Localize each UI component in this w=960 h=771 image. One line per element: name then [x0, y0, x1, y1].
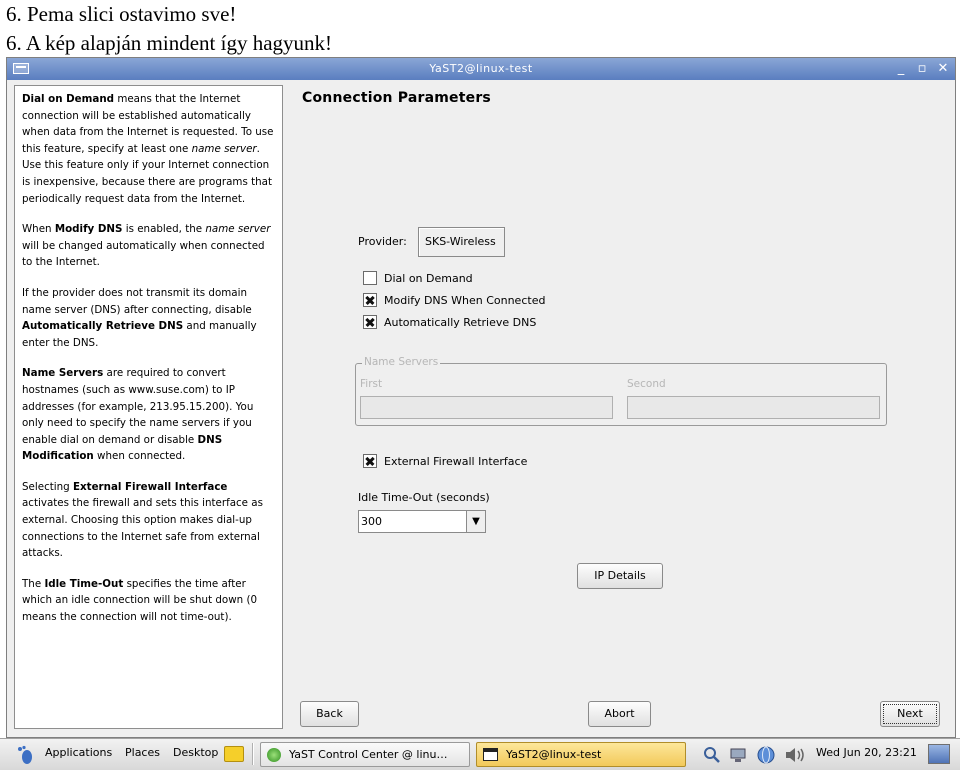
close-icon[interactable]: ✕ [937, 58, 949, 80]
name-servers-group: Name Servers First Second [355, 356, 887, 426]
applications-menu[interactable]: Applications [45, 739, 112, 771]
update-globe-icon[interactable] [753, 746, 779, 764]
help-paragraph-modify-dns: When Modify DNS is enabled, the name ser… [22, 223, 271, 269]
next-button[interactable]: Next [880, 701, 940, 727]
window-title: YaST2@linux-test [429, 62, 533, 75]
help-paragraph-dial-on-demand: Dial on Demand means that the Internet c… [22, 93, 274, 205]
back-button[interactable]: Back [300, 701, 359, 727]
window-controls: _ ▫ ✕ [895, 58, 949, 80]
window-menu-icon[interactable] [13, 63, 29, 74]
window-icon [483, 748, 498, 761]
places-menu[interactable]: Places [125, 739, 160, 771]
checkbox-box[interactable] [363, 454, 377, 468]
idle-timeout-value[interactable]: 300 [359, 511, 466, 532]
checkbox-box[interactable] [363, 315, 377, 329]
task-yast2-window[interactable]: YaST2@linux-test [476, 742, 686, 767]
retrieve-dns-checkbox[interactable]: Automatically Retrieve DNS [363, 315, 536, 329]
show-desktop-icon[interactable] [928, 744, 950, 764]
taskbar: Applications Places Desktop YaST Control… [0, 738, 960, 770]
checkbox-label: Modify DNS When Connected [384, 293, 546, 307]
maximize-icon[interactable]: ▫ [916, 58, 928, 80]
external-firewall-checkbox[interactable]: External Firewall Interface [363, 454, 527, 468]
ip-details-button[interactable]: IP Details [577, 563, 663, 589]
checkbox-label: Dial on Demand [384, 271, 473, 285]
window-titlebar[interactable]: YaST2@linux-test _ ▫ ✕ [7, 58, 955, 80]
task-yast-control-center[interactable]: YaST Control Center @ linu… [260, 742, 470, 767]
modify-dns-checkbox[interactable]: Modify DNS When Connected [363, 293, 545, 307]
next-button-label: Next [883, 704, 937, 724]
page-title: Connection Parameters [302, 90, 491, 106]
checkbox-box[interactable] [363, 271, 377, 285]
yast-window: YaST2@linux-test _ ▫ ✕ Dial on Demand me… [6, 57, 956, 738]
task-label: YaST Control Center @ linu… [289, 748, 448, 761]
checkbox-label: External Firewall Interface [384, 454, 528, 468]
clock[interactable]: Wed Jun 20, 23:21 [816, 739, 917, 767]
abort-button[interactable]: Abort [588, 701, 651, 727]
search-icon[interactable] [703, 746, 721, 764]
idle-timeout-label: Idle Time-Out (seconds) [358, 491, 490, 504]
connection-parameters-panel: Connection Parameters Provider: SKS-Wire… [292, 81, 952, 735]
help-paragraph-firewall: Selecting External Firewall Interface ac… [22, 480, 263, 560]
caption-line-1: 6. Pema slici ostavimo sve! [6, 2, 237, 26]
chevron-down-icon[interactable]: ▼ [466, 511, 485, 532]
volume-icon[interactable] [784, 746, 808, 764]
idle-timeout-combobox[interactable]: 300 ▼ [358, 510, 486, 533]
help-paragraph-retrieve-dns: If the provider does not transmit its do… [22, 286, 257, 349]
help-panel[interactable]: Dial on Demand means that the Internet c… [14, 85, 283, 729]
checkbox-label: Automatically Retrieve DNS [384, 315, 537, 329]
taskbar-separator [252, 743, 254, 765]
first-ns-label: First [360, 378, 383, 390]
minimize-icon[interactable]: _ [895, 58, 907, 80]
name-servers-legend: Name Servers [362, 356, 441, 368]
caption-line-2: 6. A kép alapján mindent így hagyunk! [6, 31, 333, 55]
desktop-menu[interactable]: Desktop [173, 739, 218, 771]
gnome-foot-icon[interactable] [16, 745, 34, 765]
yast-icon [267, 747, 281, 762]
network-icon[interactable] [729, 746, 747, 764]
second-ns-input[interactable] [627, 396, 880, 419]
sticky-notes-icon[interactable] [224, 746, 244, 762]
dial-on-demand-checkbox[interactable]: Dial on Demand [363, 271, 473, 285]
second-ns-label: Second [627, 378, 666, 390]
task-label: YaST2@linux-test [506, 748, 602, 761]
first-ns-input[interactable] [360, 396, 613, 419]
provider-label: Provider: [358, 235, 407, 248]
help-paragraph-name-servers: Name Servers are required to convert hos… [22, 367, 254, 463]
provider-value: SKS-Wireless [418, 227, 505, 257]
help-paragraph-idle-timeout: The Idle Time-Out specifies the time aft… [22, 577, 258, 624]
checkbox-box[interactable] [363, 293, 377, 307]
